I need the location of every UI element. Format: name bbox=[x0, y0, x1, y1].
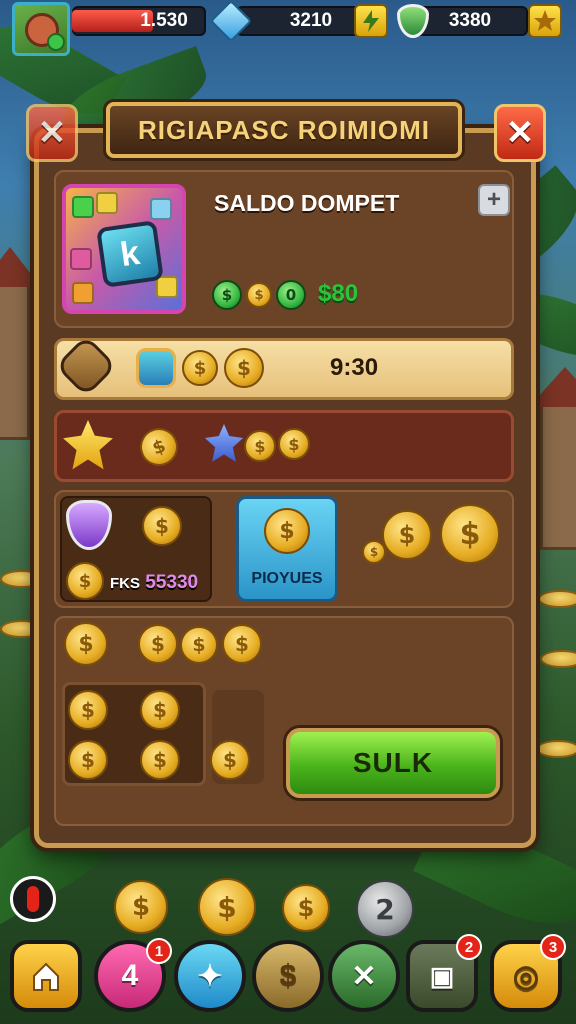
close-icon: ✕ bbox=[505, 114, 535, 152]
coin-icon: $ bbox=[244, 430, 276, 462]
game-logo-icon: k bbox=[96, 220, 164, 288]
coin-icon: $ bbox=[142, 506, 182, 546]
notification-badge: 1 bbox=[146, 938, 172, 964]
coin-icon: $ bbox=[66, 562, 104, 600]
chest-icon: ▣ bbox=[429, 960, 455, 991]
nav-friends-button[interactable]: ✦ bbox=[174, 940, 246, 1012]
swords-icon: ✕ bbox=[351, 959, 377, 993]
alert-button[interactable] bbox=[10, 876, 56, 922]
nav-battle-button[interactable]: ✕ bbox=[328, 940, 400, 1012]
person-icon: ✦ bbox=[197, 959, 223, 993]
home-icon bbox=[33, 962, 59, 991]
shield-icon bbox=[394, 2, 432, 40]
dialog-title: RIGIAPASC ROIMIOMI bbox=[106, 102, 462, 158]
wallet-amount: $80 bbox=[318, 280, 359, 307]
notification-badge: 2 bbox=[456, 934, 482, 960]
coin-icon[interactable]: $ bbox=[210, 740, 250, 780]
medal-icon bbox=[136, 348, 176, 388]
confirm-button[interactable]: SULK bbox=[286, 728, 500, 798]
coin-icon[interactable]: $ bbox=[140, 740, 180, 780]
coin-icon: $ bbox=[212, 280, 242, 310]
add-funds-button[interactable]: + bbox=[478, 184, 510, 216]
coin-icon: $ bbox=[182, 350, 218, 386]
back-button[interactable]: ✕ bbox=[26, 104, 78, 162]
coin-stack bbox=[536, 740, 576, 758]
bonus-left-label: FKS 55330 bbox=[110, 572, 199, 593]
coin-icon: $ bbox=[64, 622, 108, 666]
coin-icon: $ bbox=[264, 508, 310, 554]
house bbox=[0, 247, 41, 440]
alert-icon bbox=[27, 886, 39, 912]
nav-home-button[interactable] bbox=[10, 940, 82, 1012]
coin-icon: $ bbox=[180, 626, 218, 664]
close-button[interactable]: ✕ bbox=[494, 104, 546, 162]
avatar-level-badge bbox=[47, 33, 65, 51]
search-icon: ◎ bbox=[512, 959, 540, 993]
coin-icon: $ bbox=[114, 880, 168, 934]
number-four-icon: 4 bbox=[121, 959, 139, 992]
amount-value: 9:30 bbox=[330, 354, 379, 381]
coin-icon: $ bbox=[138, 624, 178, 664]
coin-icon[interactable]: $ bbox=[68, 740, 108, 780]
blue-card-label: PIOYUES bbox=[251, 570, 323, 587]
coin-icon: $ bbox=[246, 282, 272, 308]
player-avatar[interactable] bbox=[12, 2, 70, 56]
star-shop-button[interactable] bbox=[526, 2, 564, 40]
house bbox=[529, 367, 576, 550]
coin-icon: $ bbox=[282, 884, 330, 932]
plus-icon: + bbox=[486, 186, 501, 213]
coin-icon: $ bbox=[362, 540, 386, 564]
gem-icon bbox=[209, 0, 253, 43]
coin-icon: $ bbox=[222, 624, 262, 664]
nav-shop-button[interactable]: $ bbox=[252, 940, 324, 1012]
coin-icon: 2 bbox=[356, 880, 414, 938]
coin-icon: $ bbox=[224, 348, 264, 388]
close-icon: ✕ bbox=[37, 114, 67, 152]
game-thumbnail: k bbox=[62, 184, 186, 314]
coin-icon[interactable]: $ bbox=[140, 690, 180, 730]
amount-row[interactable] bbox=[54, 338, 514, 400]
coin-icon: $ bbox=[278, 428, 310, 460]
coin-stack bbox=[538, 590, 576, 608]
coin-icon: $ bbox=[279, 959, 297, 992]
coin-icon: $ bbox=[198, 878, 256, 936]
gems-add-button[interactable] bbox=[352, 2, 390, 40]
health-value: 1.530 bbox=[140, 10, 188, 31]
coin-icon: $ bbox=[440, 504, 500, 564]
coin-stack bbox=[540, 650, 576, 668]
notification-badge: 3 bbox=[540, 934, 566, 960]
coin-icon: 0 bbox=[276, 280, 306, 310]
coin-icon[interactable]: $ bbox=[68, 690, 108, 730]
coin-icon: $ bbox=[382, 510, 432, 560]
lightning-icon bbox=[354, 4, 388, 38]
wallet-title: SALDO DOMPET bbox=[214, 190, 400, 216]
star-icon bbox=[528, 4, 562, 38]
